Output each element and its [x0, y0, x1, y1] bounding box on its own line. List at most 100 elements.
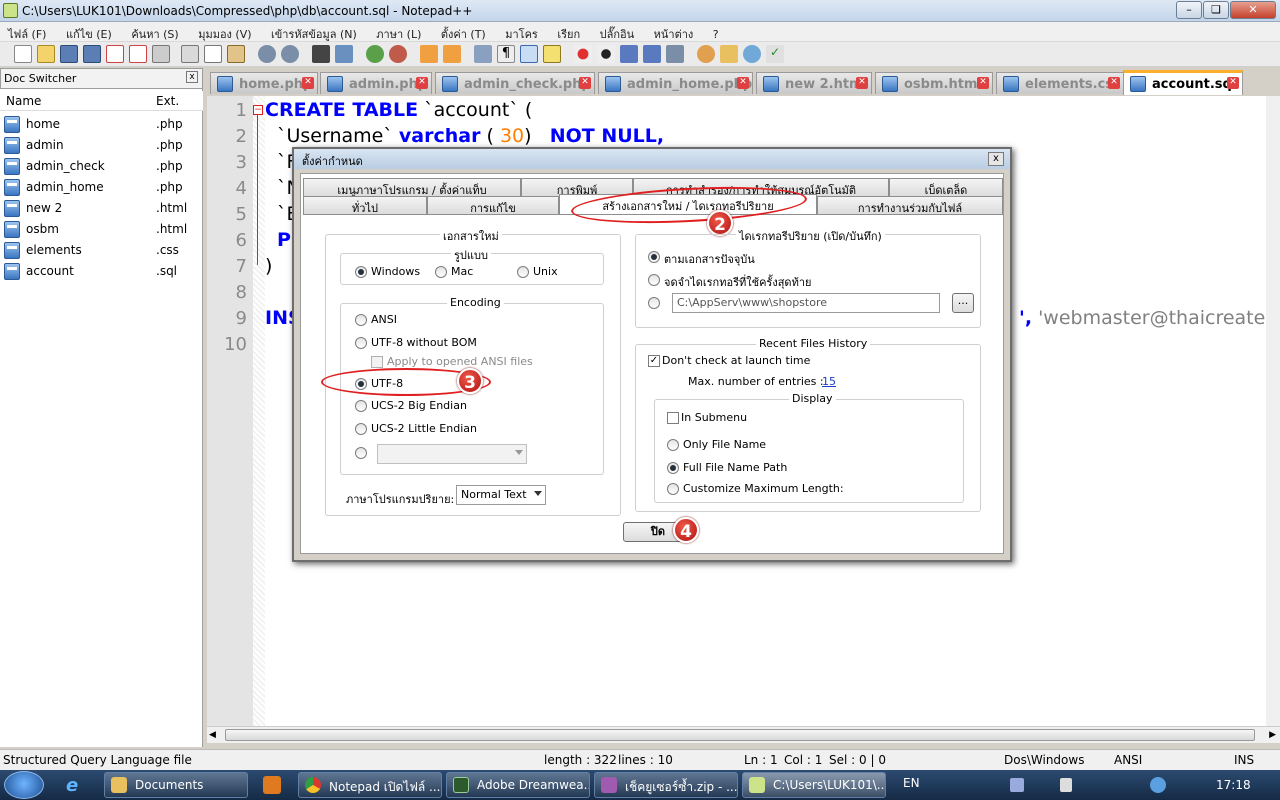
custom-directory-input[interactable]: C:\AppServ\www\shopstore	[672, 293, 940, 313]
menu-run[interactable]: เรียก	[549, 22, 588, 43]
list-item[interactable]: account .sql	[0, 262, 200, 282]
sync-v-icon[interactable]	[420, 45, 438, 63]
close-tab-icon[interactable]: ✕	[737, 77, 749, 89]
tab-account-sql[interactable]: account.sql ✕	[1123, 70, 1243, 95]
zoom-out-icon[interactable]	[389, 45, 407, 63]
menu-plugins[interactable]: ปลั๊กอิน	[592, 22, 643, 43]
start-button[interactable]	[4, 771, 44, 799]
doc-switcher-close-button[interactable]: x	[186, 71, 198, 83]
close-tab-icon[interactable]: ✕	[856, 77, 868, 89]
find-icon[interactable]	[312, 45, 330, 63]
cut-icon[interactable]	[181, 45, 199, 63]
radio-unix[interactable]	[517, 266, 529, 278]
close-all-icon[interactable]	[129, 45, 147, 63]
browse-button[interactable]: ...	[952, 293, 974, 313]
close-tab-icon[interactable]: ✕	[579, 77, 591, 89]
list-item[interactable]: osbm .html	[0, 220, 200, 240]
menu-settings[interactable]: ตั้งค่า (T)	[433, 22, 494, 43]
redo-icon[interactable]	[281, 45, 299, 63]
radio-full-path[interactable]	[667, 462, 679, 474]
menu-help[interactable]: ?	[705, 25, 727, 41]
save-macro-icon[interactable]	[666, 45, 684, 63]
tray-speaker-icon[interactable]	[1060, 778, 1072, 792]
list-item[interactable]: new 2 .html	[0, 199, 200, 219]
radio-utf8-no-bom[interactable]	[355, 337, 367, 349]
max-entries-value[interactable]: 15	[822, 375, 836, 388]
radio-mac[interactable]	[435, 266, 447, 278]
plugin-folder-icon[interactable]	[720, 45, 738, 63]
menu-macro[interactable]: มาโคร	[497, 22, 546, 43]
replace-icon[interactable]	[335, 45, 353, 63]
tab-osbm-html[interactable]: osbm.html ✕	[875, 72, 993, 94]
menu-encoding[interactable]: เข้ารหัสข้อมูล (N)	[263, 22, 365, 43]
tray-app-icon[interactable]	[1150, 777, 1166, 793]
minimize-button[interactable]: –	[1176, 1, 1202, 19]
paste-icon[interactable]	[227, 45, 245, 63]
list-item[interactable]: admin .php	[0, 136, 200, 156]
apply-ansi-checkbox[interactable]	[371, 356, 383, 368]
fold-marker-icon[interactable]: −	[253, 105, 263, 115]
plugin-eye-icon[interactable]	[743, 45, 761, 63]
tab-misc[interactable]: เบ็ดเตล็ด	[889, 178, 1003, 197]
run-macro-multiple-icon[interactable]	[643, 45, 661, 63]
tab-home-php[interactable]: home.php ✕	[210, 72, 318, 94]
radio-customize-length[interactable]	[667, 483, 679, 495]
radio-other-encoding[interactable]	[355, 447, 367, 459]
udl-icon[interactable]	[543, 45, 561, 63]
default-language-select[interactable]: Normal Text	[456, 485, 546, 505]
sync-h-icon[interactable]	[443, 45, 461, 63]
dialog-close-icon[interactable]: x	[988, 152, 1004, 166]
taskbar-item-chrome[interactable]: Notepad เปิดไฟล์ ...	[298, 772, 442, 798]
tray-network-icon[interactable]	[1010, 778, 1024, 792]
scroll-thumb[interactable]	[225, 729, 1255, 741]
list-item[interactable]: elements .css	[0, 241, 200, 261]
play-macro-icon[interactable]	[620, 45, 638, 63]
menu-file[interactable]: ไฟล์ (F)	[0, 22, 54, 43]
column-ext-header[interactable]: Ext.	[156, 94, 179, 108]
radio-remember-last-dir[interactable]	[648, 274, 660, 286]
tab-admin-home-php[interactable]: admin_home.php ✕	[598, 72, 753, 94]
close-tab-icon[interactable]: ✕	[1108, 77, 1120, 89]
open-file-icon[interactable]	[37, 45, 55, 63]
tab-file-association[interactable]: การทำงานร่วมกับไฟล์	[817, 196, 1003, 215]
css-plugin-icon[interactable]	[697, 45, 715, 63]
close-tab-icon[interactable]: ✕	[302, 77, 314, 89]
input-language[interactable]: EN	[903, 776, 920, 790]
horizontal-scrollbar[interactable]: ◀ ▶	[207, 726, 1280, 743]
taskbar-item-zip[interactable]: เช็คยูเซอร์ซ้ำ.zip - ...	[594, 772, 738, 798]
close-tab-icon[interactable]: ✕	[1227, 77, 1239, 89]
show-all-chars-icon[interactable]: ¶	[497, 45, 515, 63]
menu-window[interactable]: หน้าต่าง	[646, 22, 702, 43]
radio-follow-current-doc[interactable]	[648, 251, 660, 263]
vertical-scrollbar[interactable]	[1266, 96, 1280, 726]
internet-explorer-icon[interactable]: e	[66, 775, 88, 796]
copy-icon[interactable]	[204, 45, 222, 63]
maximize-button[interactable]: ❏	[1203, 1, 1229, 19]
tab-editing[interactable]: การแก้ไข	[427, 196, 559, 215]
tab-admin-check-php[interactable]: admin_check.php ✕	[435, 72, 595, 94]
close-file-icon[interactable]	[106, 45, 124, 63]
new-file-icon[interactable]	[14, 45, 32, 63]
menu-edit[interactable]: แก้ไข (E)	[58, 22, 120, 43]
radio-ucs2-le[interactable]	[355, 423, 367, 435]
scroll-left-icon[interactable]: ◀	[209, 730, 216, 740]
list-item[interactable]: admin_check .php	[0, 157, 200, 177]
spell-check-icon[interactable]: ✓	[766, 45, 784, 63]
column-name-header[interactable]: Name	[6, 94, 41, 108]
close-tab-icon[interactable]: ✕	[977, 77, 989, 89]
word-wrap-icon[interactable]	[474, 45, 492, 63]
list-item[interactable]: home .php	[0, 115, 200, 135]
stop-macro-icon[interactable]	[597, 45, 615, 63]
taskbar-item-documents[interactable]: Documents	[104, 772, 248, 798]
tab-language-menu[interactable]: เมนูภาษาโปรแกรม / ตั้งค่าแท็บ	[303, 178, 521, 197]
taskbar-item-dreamweaver[interactable]: Adobe Dreamwea...	[446, 772, 590, 798]
tab-elements-css[interactable]: elements.css ✕	[996, 72, 1124, 94]
tab-new-2-html[interactable]: new 2.html ✕	[756, 72, 872, 94]
close-tab-icon[interactable]: ✕	[416, 77, 428, 89]
save-icon[interactable]	[60, 45, 78, 63]
radio-windows[interactable]	[355, 266, 367, 278]
radio-ansi[interactable]	[355, 314, 367, 326]
print-icon[interactable]	[152, 45, 170, 63]
menu-language[interactable]: ภาษา (L)	[368, 22, 429, 43]
zoom-in-icon[interactable]	[366, 45, 384, 63]
